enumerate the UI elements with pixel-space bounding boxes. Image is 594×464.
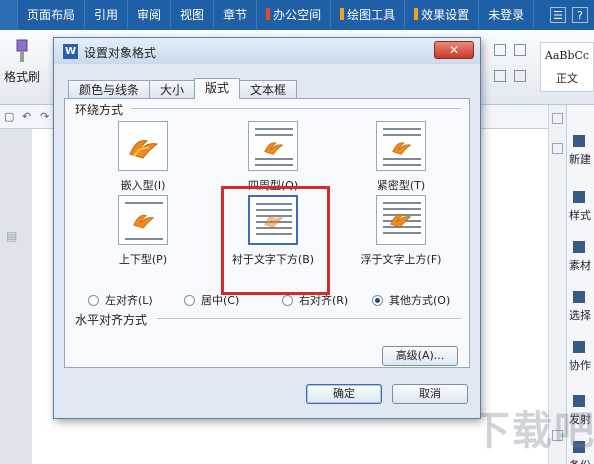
styles-icon (573, 191, 585, 203)
window-controls: ☰ ? (550, 7, 594, 23)
picture-icon (264, 142, 284, 155)
paragraph-icon[interactable]: ▤ (6, 229, 17, 243)
menu-section[interactable]: 章节 (214, 0, 258, 30)
section-divider (157, 318, 461, 319)
wrap-in-front-option[interactable]: 浮于文字上方(F) (351, 195, 451, 267)
sidebar-item-collaborate[interactable]: 协作 (569, 341, 594, 373)
menu-page-layout[interactable]: 页面布局 (18, 0, 86, 30)
radio-indicator (184, 294, 195, 306)
wrap-inline-label: 嵌入型(I) (120, 179, 166, 192)
menu-item-hidden[interactable] (0, 0, 18, 30)
tab-size[interactable]: 大小 (149, 80, 196, 99)
wrap-top-bottom-option[interactable]: 上下型(P) (93, 195, 193, 267)
sidebar-item-materials[interactable]: 素材 (569, 241, 594, 273)
section-divider (131, 108, 461, 109)
page-icon[interactable]: ▢ (4, 110, 14, 123)
dialog-tabs: 颜色与线条 大小 版式 文本框 (68, 78, 298, 99)
wps-writer-icon: W (63, 44, 78, 59)
undo-icon[interactable]: ↶ (22, 110, 31, 123)
new-icon (573, 135, 585, 147)
align-section-label: 水平对齐方式 (75, 311, 152, 328)
ribbon-icon[interactable] (514, 44, 526, 56)
materials-icon (573, 241, 585, 253)
paintbrush-icon (16, 39, 28, 62)
wrap-in-front-label: 浮于文字上方(F) (360, 253, 442, 266)
collaborate-icon (573, 341, 585, 353)
sidebar-item-new[interactable]: 新建 (569, 135, 594, 167)
highlight-box (221, 186, 330, 295)
wrap-section-label: 环绕方式 (75, 101, 128, 118)
dialog-title: 设置对象格式 (84, 46, 157, 60)
tab-colors-lines[interactable]: 颜色与线条 (68, 80, 151, 99)
dialog-titlebar[interactable]: W 设置对象格式 ✕ (54, 38, 480, 64)
sidebar-item-select[interactable]: 选择 (569, 291, 594, 323)
wrap-tight-thumb (376, 121, 426, 171)
format-painter-label: 格式刷 (3, 70, 40, 84)
wrap-top-bottom-thumb (118, 195, 168, 245)
radio-indicator (282, 294, 293, 306)
ok-button[interactable]: 确定 (306, 384, 382, 404)
menu-references[interactable]: 引用 (85, 0, 129, 30)
wrap-tight-option[interactable]: 紧密型(T) (351, 121, 451, 193)
help-icon[interactable]: ? (572, 7, 588, 23)
wrap-in-front-thumb (376, 195, 426, 245)
wrap-tight-label: 紧密型(T) (376, 179, 426, 192)
menu-view[interactable]: 视图 (171, 0, 215, 30)
style-name: 正文 (556, 72, 578, 85)
radio-indicator (88, 294, 99, 306)
cancel-button[interactable]: 取消 (392, 384, 468, 404)
wrap-inline-thumb (118, 121, 168, 171)
picture-icon (392, 142, 412, 155)
menu-login-status[interactable]: 未登录 (479, 0, 535, 30)
wrap-square-option[interactable]: 四周型(Q) (223, 121, 323, 193)
ribbon-icon[interactable] (494, 70, 506, 82)
redo-icon[interactable]: ↷ (40, 110, 49, 123)
picture-icon (390, 213, 412, 228)
menu-review[interactable]: 审阅 (128, 0, 172, 30)
tab-marker-icon (414, 8, 419, 20)
ribbon-icon[interactable] (494, 44, 506, 56)
sidebar-item-styles[interactable]: 样式 (569, 191, 594, 223)
wrap-inline-option[interactable]: 嵌入型(I) (93, 121, 193, 193)
menu-bar: 页面布局 引用 审阅 视图 章节 办公空间 绘图工具 效果设置 未登录 ☰ ? (0, 0, 594, 30)
style-preview-text: AaBbCc (544, 49, 590, 62)
wrap-square-thumb (248, 121, 298, 171)
scroll-up-icon[interactable] (552, 113, 563, 124)
format-painter-button[interactable]: 格式刷 (2, 38, 42, 85)
tab-text-box[interactable]: 文本框 (239, 80, 298, 99)
advanced-button[interactable]: 高级(A)... (382, 346, 458, 366)
tab-layout[interactable]: 版式 (194, 78, 241, 99)
menu-effect-settings[interactable]: 效果设置 (405, 0, 480, 30)
close-button[interactable]: ✕ (434, 41, 474, 59)
tab-marker-icon (340, 8, 345, 20)
picture-icon (129, 140, 159, 159)
tab-marker-icon (266, 8, 271, 20)
select-icon (573, 291, 585, 303)
align-left-radio[interactable]: 左对齐(L) (88, 292, 184, 308)
skin-icon[interactable]: ☰ (550, 7, 566, 23)
scroll-arrow-icon[interactable] (552, 143, 563, 154)
watermark: 下载吧 (470, 408, 594, 454)
align-other-radio[interactable]: 其他方式(O) (372, 292, 450, 308)
menu-office-space[interactable]: 办公空间 (257, 0, 332, 30)
radio-indicator (372, 294, 383, 306)
picture-icon (133, 214, 155, 229)
menu-drawing-tools[interactable]: 绘图工具 (331, 0, 406, 30)
wrap-top-bottom-label: 上下型(P) (118, 253, 168, 266)
ribbon-icon[interactable] (514, 70, 526, 82)
style-gallery-normal[interactable]: AaBbCc 正文 (540, 42, 594, 92)
